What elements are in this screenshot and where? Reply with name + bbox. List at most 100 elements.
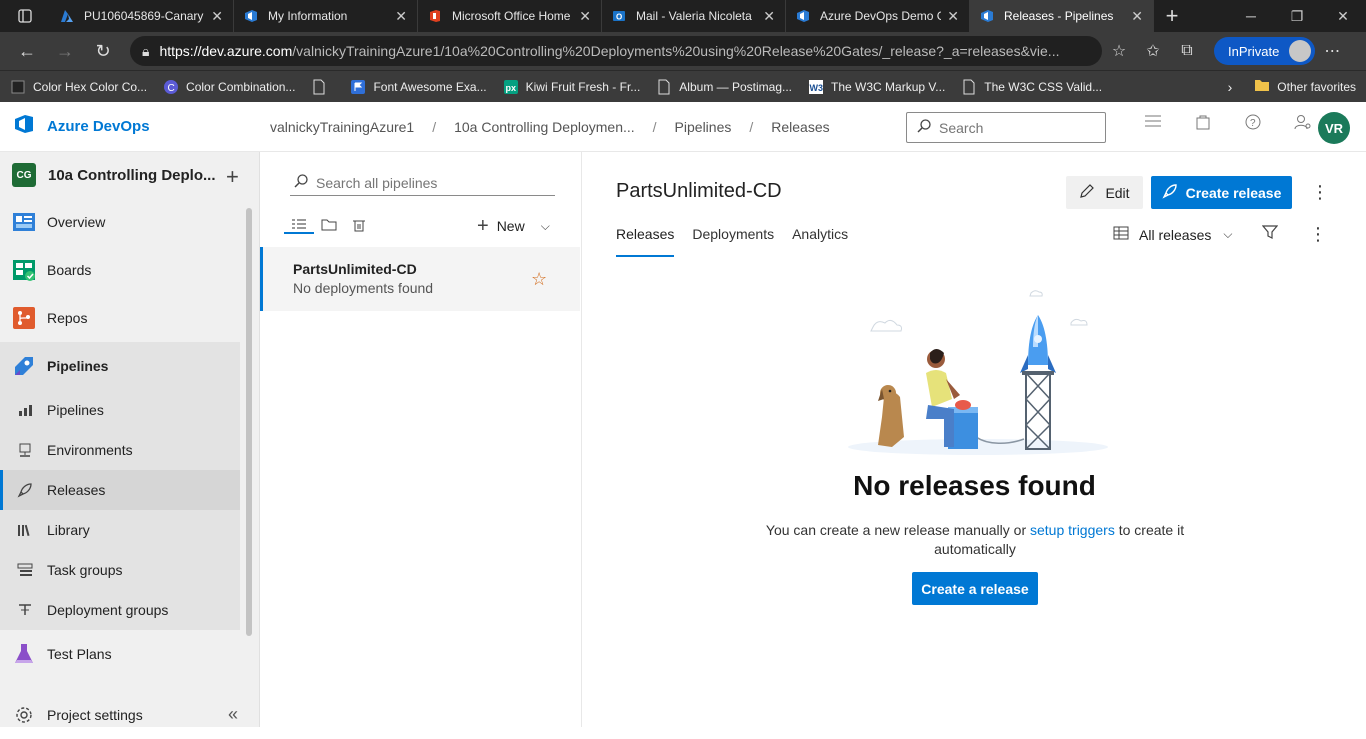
left-navigation: CG 10a Controlling Deplo... + Overview B… xyxy=(0,152,260,727)
left-nav-scrollbar[interactable] xyxy=(246,208,252,636)
breadcrumb-pipelines[interactable]: Pipelines xyxy=(675,119,732,135)
more-icon[interactable]: ⋯ xyxy=(1315,41,1349,61)
tab-title: PU106045869-Canary xyxy=(84,9,204,23)
favorite-item[interactable]: W3 The W3C Markup V... xyxy=(808,79,945,95)
font-awesome-icon xyxy=(350,79,366,95)
edit-button[interactable]: Edit xyxy=(1066,176,1143,209)
nav-overview[interactable]: Overview xyxy=(0,198,259,246)
close-icon[interactable]: ✕ xyxy=(947,8,959,25)
breadcrumb-project[interactable]: 10a Controlling Deploymen... xyxy=(454,119,635,135)
nav-label: Pipelines xyxy=(47,358,109,374)
add-favorite-icon[interactable]: ☆ xyxy=(1102,41,1136,61)
pipelines-search-input[interactable] xyxy=(316,174,546,191)
tab-actions-icon[interactable] xyxy=(0,0,50,32)
project-selector[interactable]: CG 10a Controlling Deplo... xyxy=(0,152,259,198)
filter-icon[interactable] xyxy=(1261,224,1279,245)
azure-devops-logo-icon xyxy=(13,113,35,140)
pipelines-search-box[interactable] xyxy=(290,170,555,196)
nav-sub-environments[interactable]: Environments xyxy=(0,430,240,470)
nav-project-settings[interactable]: Project settings xyxy=(0,691,143,739)
new-tab-button[interactable]: + xyxy=(1154,0,1190,32)
add-icon[interactable]: + xyxy=(226,164,239,190)
more-options-icon[interactable]: ⋮ xyxy=(1309,224,1327,245)
nav-sub-library[interactable]: Library xyxy=(0,510,240,550)
search-icon xyxy=(917,119,931,136)
user-avatar[interactable]: VR xyxy=(1318,112,1350,144)
close-icon[interactable]: ✕ xyxy=(1131,8,1143,25)
view-filter-dropdown[interactable]: All releases ⌵ xyxy=(1113,226,1232,243)
breadcrumb-releases[interactable]: Releases xyxy=(771,119,829,135)
nav-label: Project settings xyxy=(47,707,143,723)
pipeline-list-item[interactable]: PartsUnlimited-CD No deployments found ☆ xyxy=(260,247,580,311)
list-view-icon[interactable] xyxy=(284,218,314,234)
window-controls: ─ ❐ ✕ xyxy=(1228,0,1366,32)
nav-repos[interactable]: Repos xyxy=(0,294,259,342)
office-icon xyxy=(428,9,442,23)
header-icons: ? xyxy=(1128,114,1328,130)
favorite-item[interactable]: C Color Combination... xyxy=(163,79,295,95)
close-icon[interactable]: ✕ xyxy=(763,8,775,25)
setup-triggers-link[interactable]: setup triggers xyxy=(1030,522,1115,538)
new-label: New xyxy=(496,218,525,234)
overview-icon xyxy=(12,210,36,234)
nav-sub-releases[interactable]: Releases xyxy=(0,470,240,510)
more-actions-icon[interactable]: ⋮ xyxy=(1311,182,1329,203)
delete-icon[interactable] xyxy=(344,218,374,234)
header-search-box[interactable] xyxy=(906,112,1106,143)
favorite-star-icon[interactable]: ☆ xyxy=(531,269,547,290)
favorite-item[interactable]: Font Awesome Exa... xyxy=(350,79,487,95)
nav-label: Overview xyxy=(47,214,106,230)
tab-releases[interactable]: Releases xyxy=(616,226,675,257)
favorite-item[interactable]: Color Hex Color Co... xyxy=(10,79,147,95)
nav-sub-deployment-groups[interactable]: Deployment groups xyxy=(0,590,240,630)
browser-tab[interactable]: O Mail - Valeria Nicoleta ✕ xyxy=(602,0,786,32)
nav-pipelines[interactable]: Pipelines xyxy=(0,342,240,390)
browser-tab[interactable]: PU106045869-Canary ✕ xyxy=(50,0,234,32)
favorites-icon[interactable]: ✩ xyxy=(1136,41,1170,61)
inprivate-button[interactable]: InPrivate xyxy=(1214,37,1316,65)
browser-tab[interactable]: Azure DevOps Demo G ✕ xyxy=(786,0,970,32)
brand[interactable]: Azure DevOps xyxy=(0,113,258,140)
new-pipeline-button[interactable]: + New ⌵ xyxy=(477,216,550,236)
favorite-label: Color Hex Color Co... xyxy=(33,79,148,94)
close-window-icon[interactable]: ✕ xyxy=(1320,0,1366,32)
refresh-icon[interactable]: ↻ xyxy=(84,41,122,62)
browser-tab-active[interactable]: Releases - Pipelines ✕ xyxy=(970,0,1154,32)
release-tabs: Releases Deployments Analytics xyxy=(616,226,866,257)
favorite-item[interactable]: px Kiwi Fruit Fresh - Fr... xyxy=(503,79,640,95)
nav-test-plans[interactable]: Test Plans xyxy=(0,630,259,678)
create-a-release-button[interactable]: Create a release xyxy=(912,572,1038,605)
nav-sub-pipelines[interactable]: Pipelines xyxy=(0,390,240,430)
browser-tab[interactable]: My Information ✕ xyxy=(234,0,418,32)
library-icon xyxy=(17,522,33,538)
folder-view-icon[interactable] xyxy=(314,218,344,234)
nav-label: Repos xyxy=(47,310,88,326)
collapse-nav-icon[interactable]: « xyxy=(228,704,238,725)
close-icon[interactable]: ✕ xyxy=(211,8,223,25)
back-icon[interactable]: ← xyxy=(8,41,46,62)
help-icon[interactable]: ? xyxy=(1228,114,1278,130)
minimize-icon[interactable]: ─ xyxy=(1228,0,1274,32)
browser-tab[interactable]: Microsoft Office Home ✕ xyxy=(418,0,602,32)
breadcrumb-org[interactable]: valnickyTrainingAzure1 xyxy=(270,119,414,135)
collections-icon[interactable]: ⧉ xyxy=(1170,42,1204,60)
other-favorites[interactable]: Other favorites xyxy=(1277,80,1356,94)
task-list-icon[interactable] xyxy=(1128,114,1178,130)
forward-icon[interactable]: → xyxy=(46,41,84,62)
favorite-item[interactable]: The W3C CSS Valid... xyxy=(961,79,1102,95)
tab-analytics[interactable]: Analytics xyxy=(792,226,848,257)
close-icon[interactable]: ✕ xyxy=(395,8,407,25)
restore-icon[interactable]: ❐ xyxy=(1274,0,1320,32)
favorite-item[interactable]: Album — Postimag... xyxy=(656,79,792,95)
tab-deployments[interactable]: Deployments xyxy=(692,226,774,257)
favorite-item[interactable] xyxy=(311,79,334,95)
url-field[interactable]: 🔒︎ https://dev.azure.com/valnickyTrainin… xyxy=(130,36,1102,66)
nav-sub-task-groups[interactable]: Task groups xyxy=(0,550,240,590)
svg-text:C: C xyxy=(168,83,175,94)
nav-boards[interactable]: Boards xyxy=(0,246,259,294)
header-search-input[interactable] xyxy=(939,119,1089,136)
chevron-right-icon[interactable]: › xyxy=(1228,79,1233,95)
marketplace-icon[interactable] xyxy=(1178,114,1228,130)
create-release-button[interactable]: Create release xyxy=(1151,176,1292,209)
close-icon[interactable]: ✕ xyxy=(579,8,591,25)
